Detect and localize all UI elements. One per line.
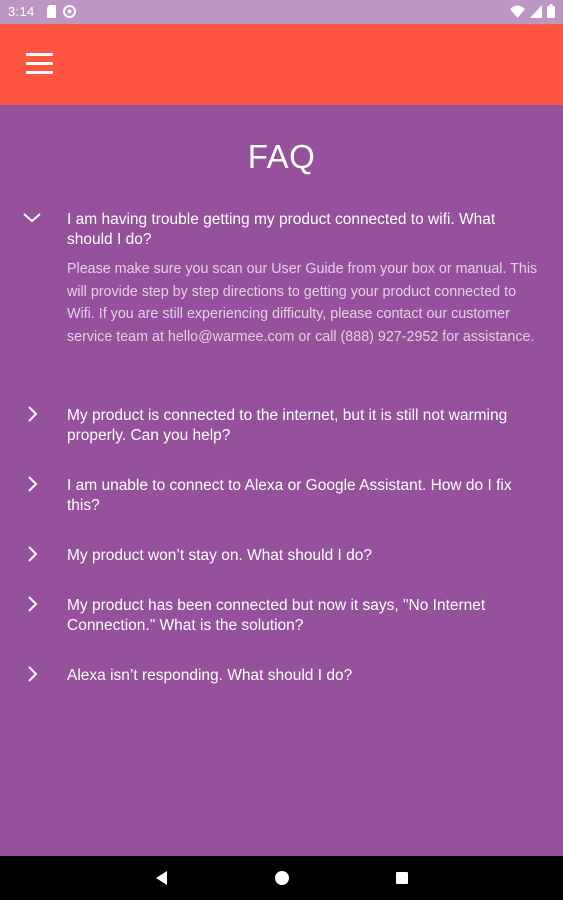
faq-question[interactable]: My product has been connected but now it… [67, 596, 537, 636]
faq-question[interactable]: I am having trouble getting my product c… [67, 210, 537, 250]
faq-question[interactable]: My product is connected to the internet,… [67, 406, 537, 446]
page-title: FAQ [247, 138, 316, 175]
sd-card-icon [46, 5, 57, 21]
chevron-right-icon[interactable] [18, 594, 46, 618]
signal-icon [530, 4, 542, 21]
battery-icon [547, 4, 555, 21]
chevron-right-icon[interactable] [18, 664, 46, 688]
chevron-right-icon[interactable] [18, 474, 46, 498]
menu-button[interactable] [18, 46, 62, 82]
recents-square-icon [390, 872, 414, 894]
chevron-down-icon[interactable] [18, 208, 46, 232]
faq-question[interactable]: My product won’t stay on. What should I … [67, 546, 537, 566]
faq-question[interactable]: Alexa isn’t responding. What should I do… [67, 666, 537, 686]
faq-question[interactable]: I am unable to connect to Alexa or Googl… [67, 476, 537, 516]
circle-a-icon [63, 5, 76, 21]
app-bar [0, 24, 563, 105]
faq-answer: Please make sure you scan our User Guide… [67, 261, 538, 345]
recents-button[interactable] [390, 866, 414, 890]
back-button[interactable] [150, 866, 174, 890]
status-bar: 3:14 [0, 0, 563, 24]
chevron-right-icon[interactable] [18, 544, 46, 568]
status-time: 3:14 [8, 4, 35, 19]
wifi-icon [510, 5, 525, 21]
system-nav-bar [0, 856, 563, 900]
home-circle-icon [270, 871, 294, 894]
home-button[interactable] [270, 866, 294, 890]
back-triangle-icon [150, 871, 174, 894]
chevron-right-icon[interactable] [18, 404, 46, 428]
